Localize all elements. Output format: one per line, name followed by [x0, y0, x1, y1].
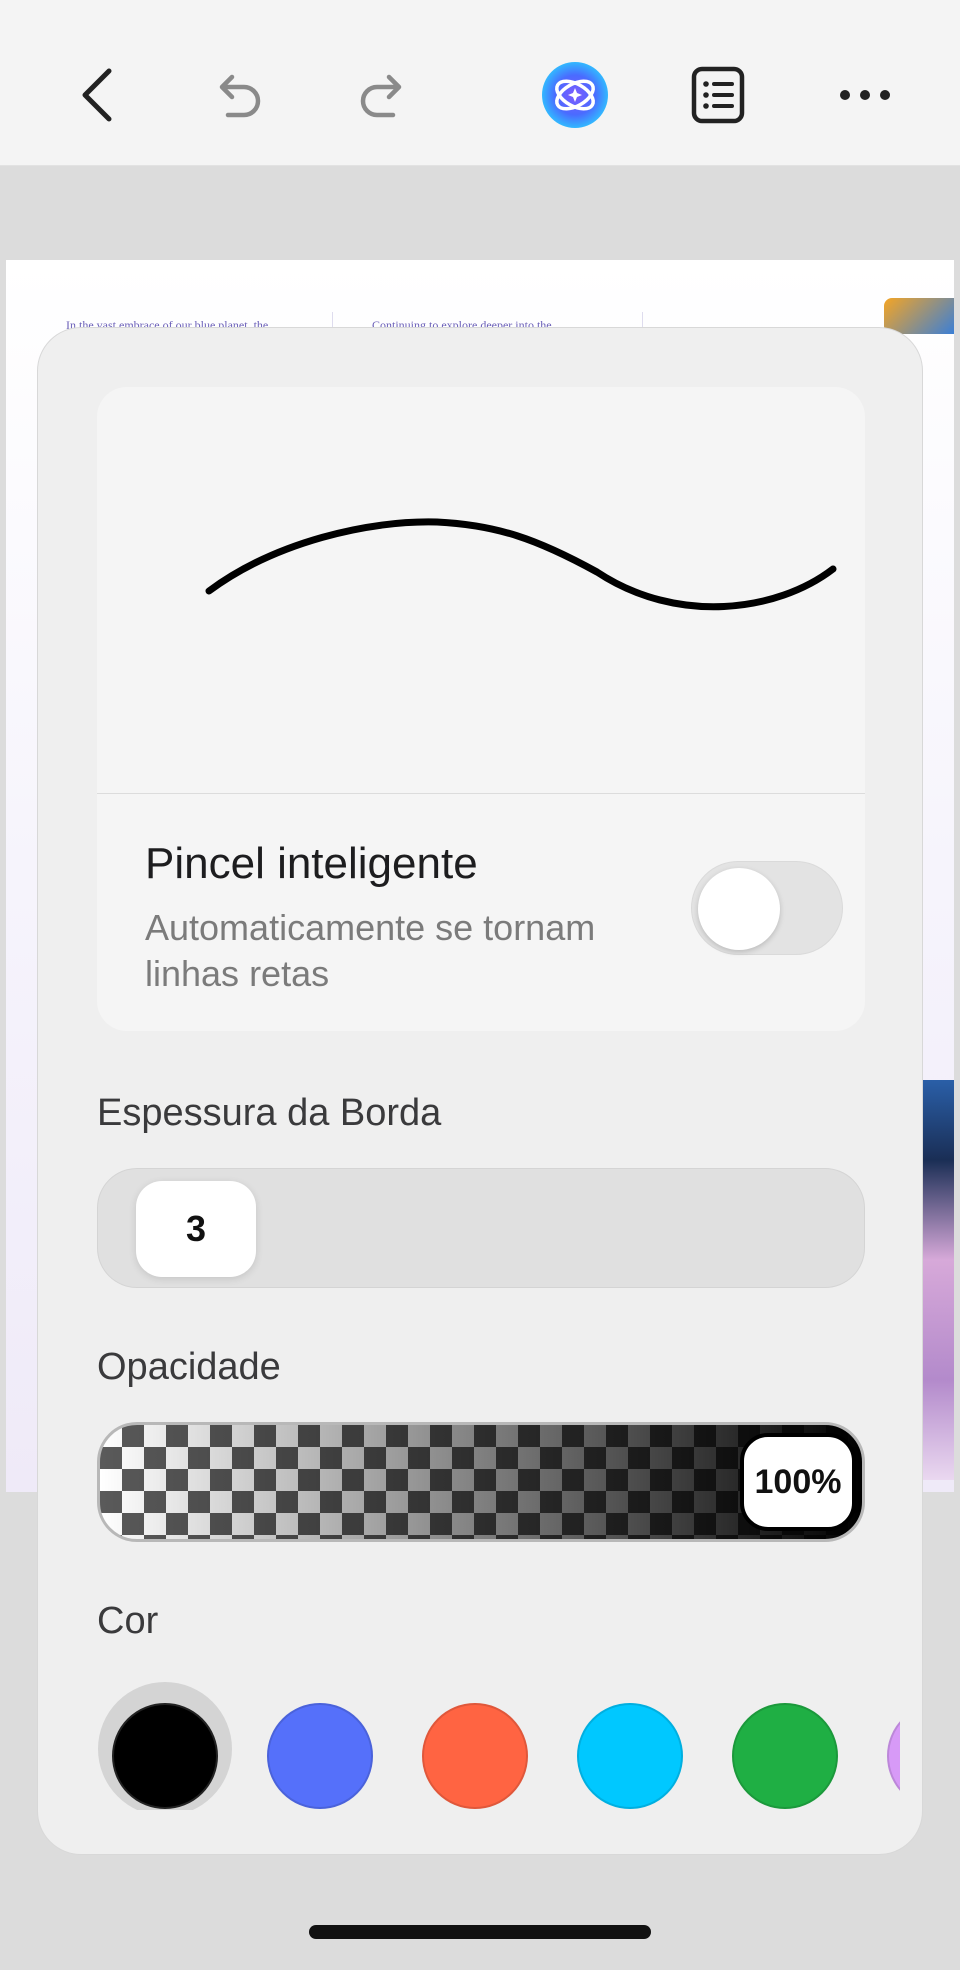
color-swatch[interactable]	[422, 1703, 528, 1809]
smart-brush-title: Pincel inteligente	[145, 839, 478, 888]
back-button[interactable]	[52, 50, 142, 140]
opacity-slider[interactable]: 100%	[97, 1422, 865, 1542]
smart-brush-description: Automaticamente se tornam linhas retas	[145, 907, 596, 994]
smart-brush-toggle[interactable]	[691, 861, 843, 955]
thickness-slider[interactable]: 3	[97, 1168, 865, 1288]
color-swatch[interactable]	[577, 1703, 683, 1809]
more-icon	[840, 90, 890, 100]
stroke-preview	[97, 387, 865, 794]
redo-button[interactable]	[338, 50, 428, 140]
color-swatch[interactable]	[887, 1703, 900, 1809]
opacity-label: Opacidade	[97, 1346, 281, 1388]
thickness-label: Espessura da Borda	[97, 1092, 442, 1134]
outline-button[interactable]	[673, 50, 763, 140]
undo-icon	[219, 74, 261, 118]
stroke-preview-curve	[205, 518, 837, 611]
ai-assistant-button[interactable]	[530, 50, 620, 140]
color-swatch[interactable]	[732, 1703, 838, 1809]
document-image-top	[884, 298, 954, 334]
undo-button[interactable]	[193, 50, 283, 140]
pen-settings-panel: Pincel inteligente Automaticamente se to…	[37, 327, 923, 1855]
color-swatch[interactable]	[112, 1703, 218, 1809]
home-indicator	[309, 1925, 651, 1939]
opacity-slider-thumb[interactable]: 100%	[740, 1433, 856, 1531]
color-label: Cor	[97, 1600, 159, 1642]
color-swatch[interactable]	[267, 1703, 373, 1809]
smart-brush-card: Pincel inteligente Automaticamente se to…	[97, 387, 865, 1031]
toggle-knob	[698, 868, 780, 950]
back-icon	[82, 68, 112, 122]
top-toolbar	[0, 0, 960, 166]
outline-list-icon	[691, 66, 745, 124]
redo-icon	[360, 74, 402, 118]
ai-assistant-icon	[542, 62, 608, 128]
color-swatch-row	[60, 1682, 900, 1810]
thickness-slider-thumb[interactable]: 3	[136, 1181, 256, 1277]
more-button[interactable]	[820, 50, 910, 140]
